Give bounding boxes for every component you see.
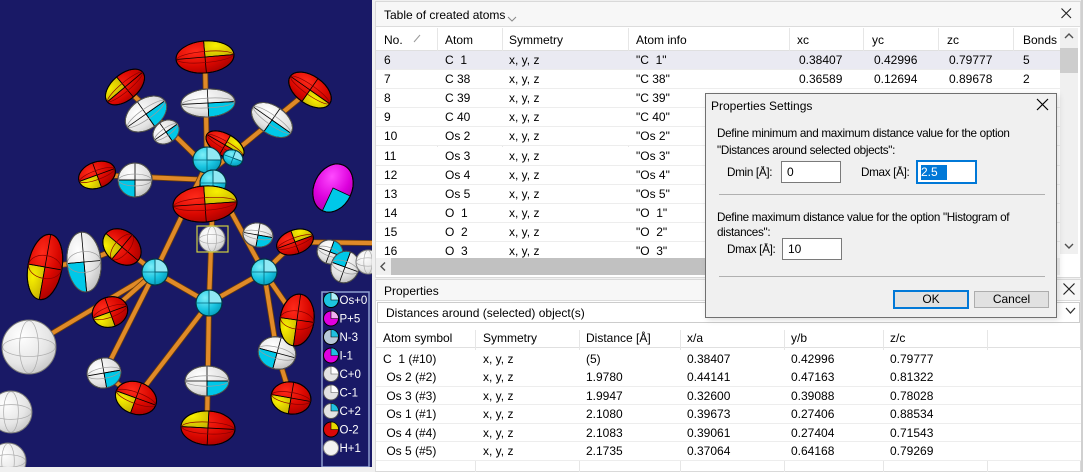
- svg-text:N-3: N-3: [340, 332, 359, 344]
- svg-text:O-2: O-2: [340, 425, 359, 437]
- svg-text:P+5: P+5: [340, 314, 361, 326]
- svg-text:I-1: I-1: [340, 351, 353, 363]
- svg-text:Os+0: Os+0: [340, 295, 368, 307]
- svg-text:C+0: C+0: [340, 369, 361, 381]
- svg-text:C-1: C-1: [340, 388, 359, 400]
- svg-text:C+2: C+2: [340, 406, 361, 418]
- svg-text:H+1: H+1: [340, 443, 361, 455]
